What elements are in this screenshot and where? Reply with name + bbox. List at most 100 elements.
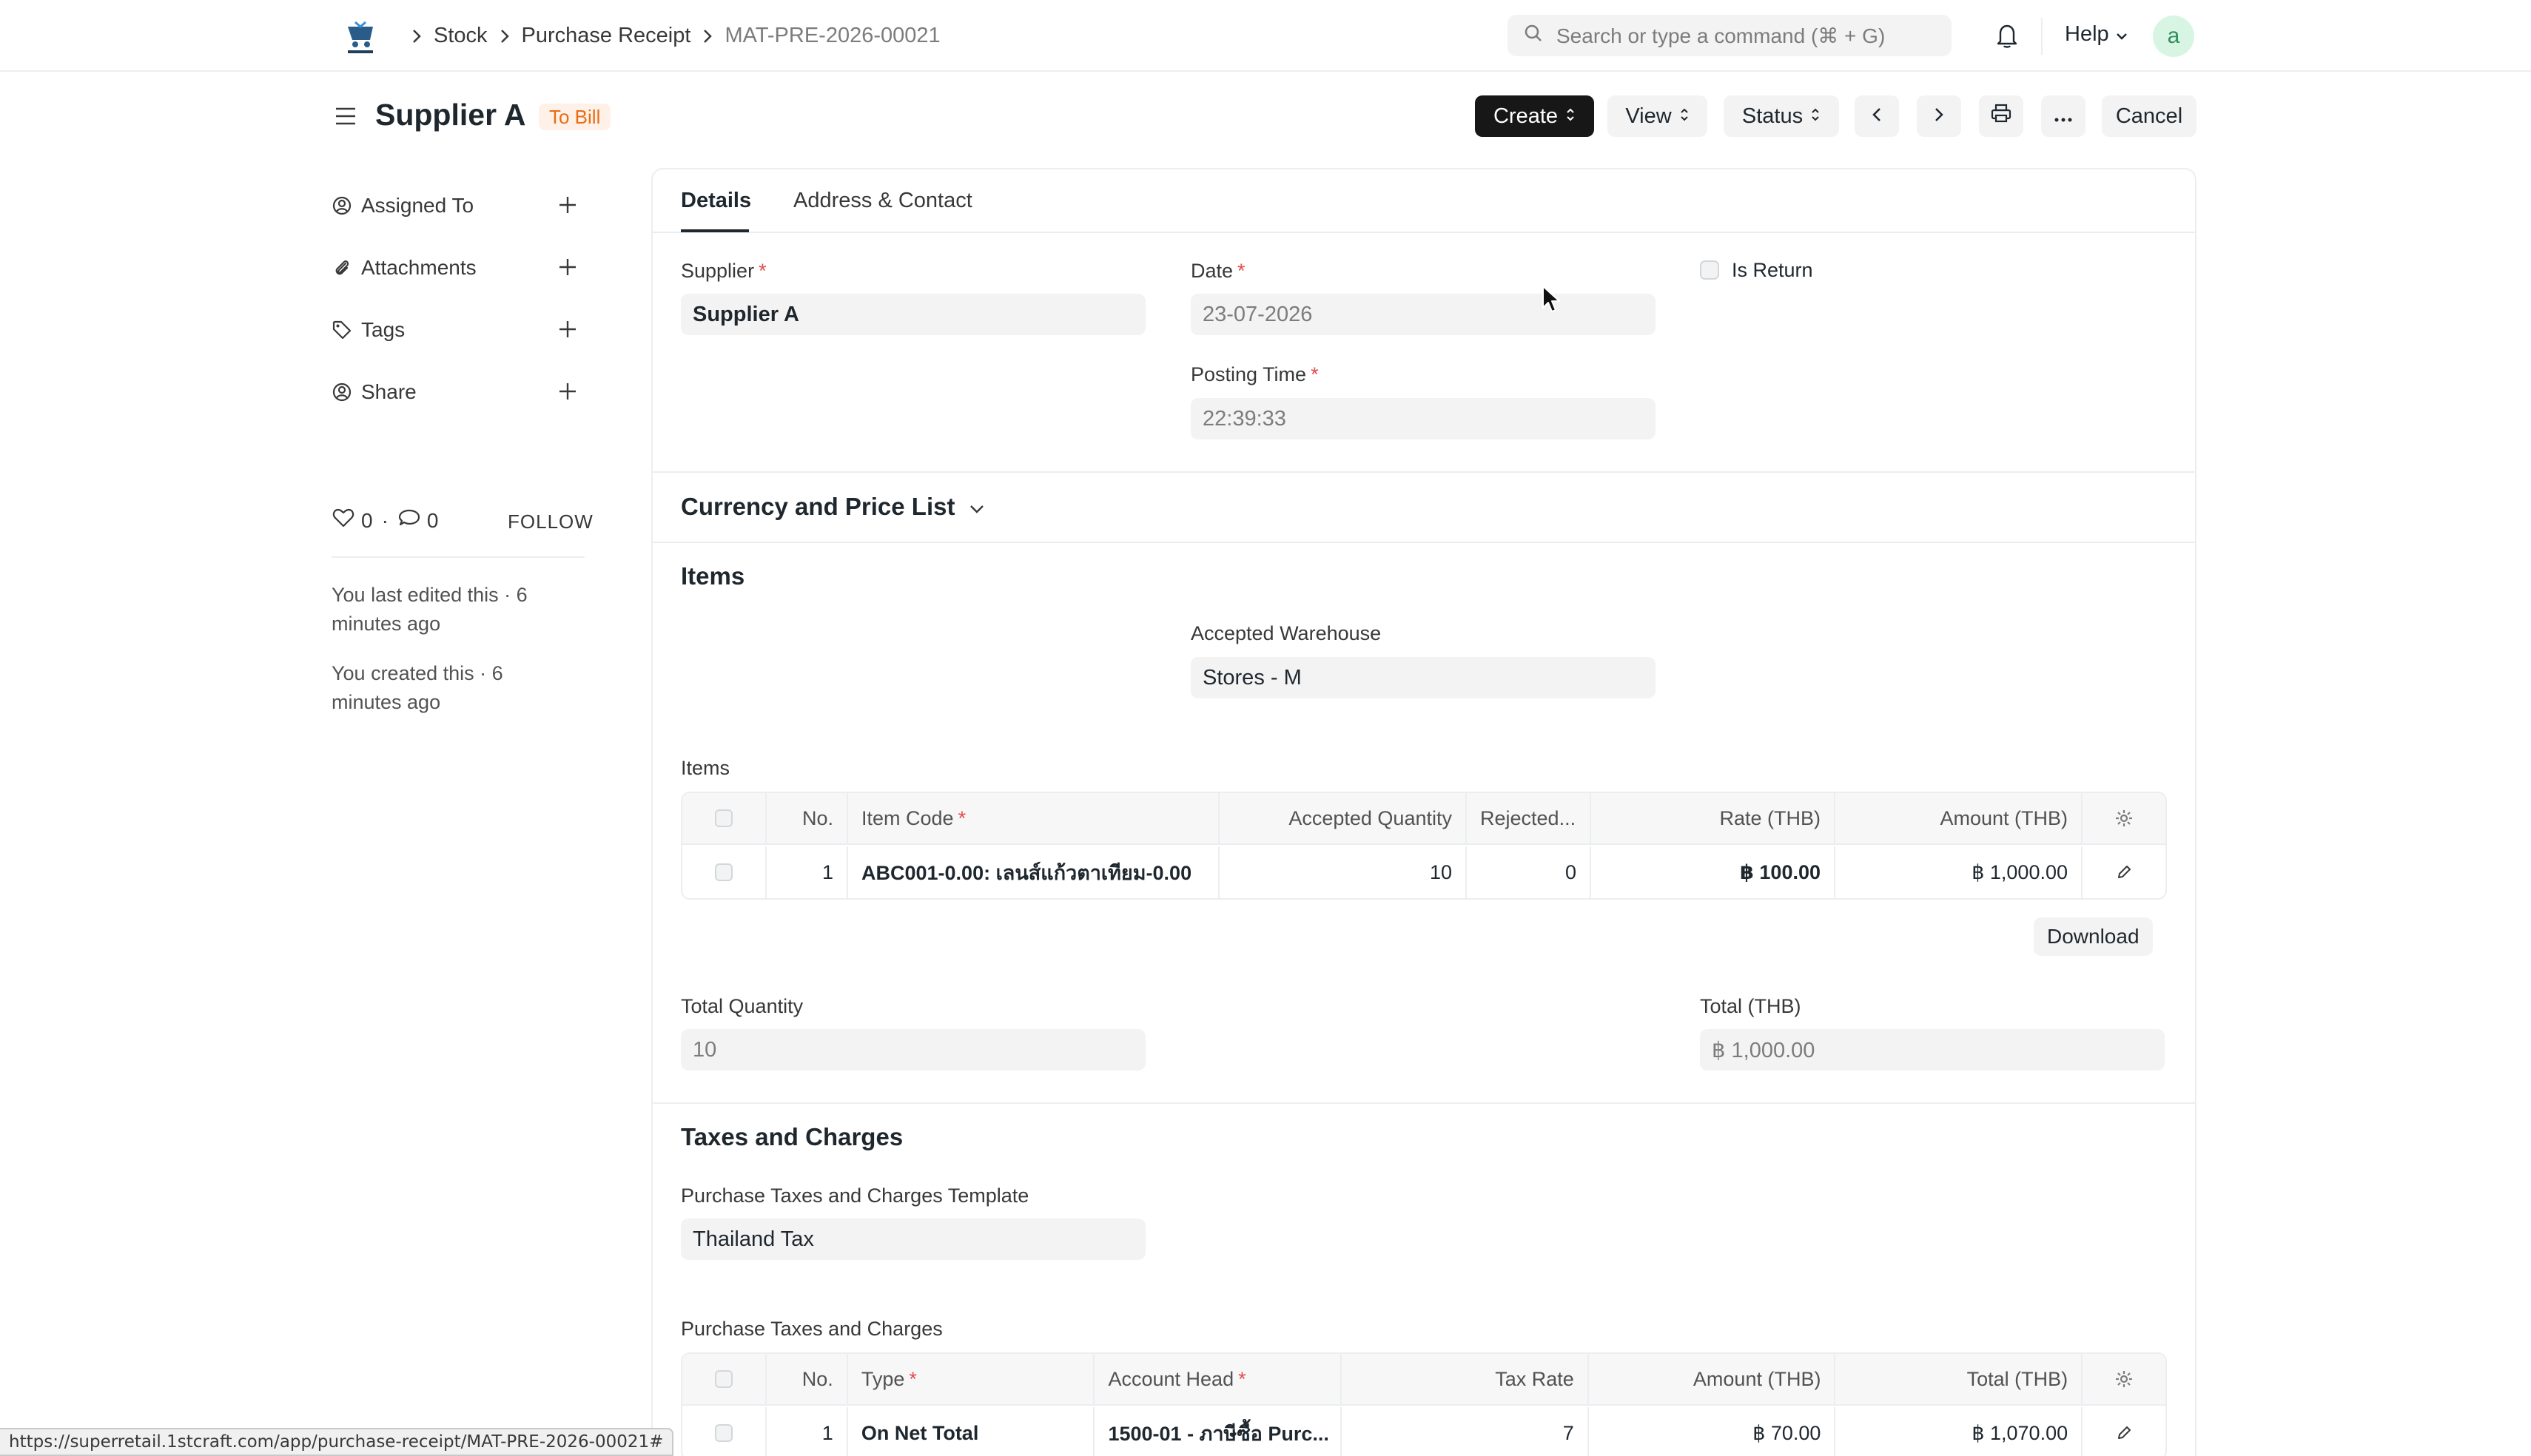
cell-rate[interactable]: ฿ 100.00	[1591, 846, 1835, 898]
page-title: Supplier A	[375, 98, 526, 132]
next-record-button[interactable]	[1917, 95, 1961, 137]
taxes-table-label: Purchase Taxes and Charges	[681, 1318, 943, 1340]
section-divider	[651, 471, 2196, 473]
date-field[interactable]: 23-07-2026	[1191, 294, 1656, 335]
warehouse-field[interactable]: Stores - M	[1191, 657, 1656, 698]
select-all-checkbox[interactable]	[715, 809, 733, 827]
status-label: Status	[1741, 104, 1804, 128]
status-button[interactable]: Status	[1724, 95, 1839, 137]
select-all-cell	[682, 1354, 767, 1404]
is-return-checkbox[interactable]	[1700, 260, 1719, 280]
search-bar[interactable]: Search or type a command (⌘ + G)	[1507, 15, 1952, 56]
view-button[interactable]: View	[1607, 95, 1707, 137]
select-all-checkbox[interactable]	[714, 1370, 733, 1388]
currency-section-header[interactable]: Currency and Price List	[681, 493, 986, 521]
gear-icon[interactable]	[2083, 793, 2165, 843]
edit-row-icon[interactable]	[2083, 846, 2165, 898]
tab-details[interactable]: Details	[681, 168, 751, 233]
supplier-label-text: Supplier	[681, 260, 755, 282]
chevron-down-icon	[968, 493, 986, 521]
cancel-button[interactable]: Cancel	[2102, 95, 2196, 137]
heart-icon[interactable]	[332, 508, 355, 533]
notification-bell-icon[interactable]	[1994, 22, 2020, 53]
help-dropdown[interactable]: Help	[2065, 22, 2128, 47]
total-field[interactable]: ฿ 1,000.00	[1700, 1029, 2165, 1071]
col-item-code-label: Item Code	[861, 806, 954, 829]
table-row[interactable]: 1 ABC001-0.00: เลนส์แก้วตาเทียม-0.00 10 …	[682, 846, 2165, 898]
col-rate: Rate (THB)	[1591, 793, 1835, 843]
chevron-down-icon	[2115, 22, 2128, 47]
total-qty-field[interactable]: 10	[681, 1029, 1146, 1071]
cell-amount[interactable]: ฿ 1,000.00	[1835, 846, 2083, 898]
more-actions-button[interactable]	[2041, 95, 2085, 137]
col-accepted-qty: Accepted Quantity	[1220, 793, 1467, 843]
select-arrows-icon	[1565, 104, 1576, 129]
col-type: Type *	[848, 1354, 1095, 1404]
items-table-label: Items	[681, 757, 730, 779]
cell-total[interactable]: ฿ 1,070.00	[1835, 1407, 2083, 1456]
sidebar-item-attachments[interactable]: Attachments	[332, 252, 583, 284]
col-account-head-label: Account Head	[1108, 1367, 1234, 1390]
breadcrumb-current[interactable]: MAT-PRE-2026-00021	[725, 24, 940, 48]
edit-row-icon[interactable]	[2083, 1407, 2165, 1456]
required-marker: *	[1237, 260, 1246, 282]
sidebar-item-label: Tags	[361, 318, 406, 341]
plus-icon[interactable]	[557, 194, 579, 221]
is-return-label[interactable]: Is Return	[1732, 259, 1813, 282]
cell-type[interactable]: On Net Total	[848, 1407, 1095, 1456]
gear-icon[interactable]	[2083, 1354, 2165, 1404]
follow-button[interactable]: FOLLOW	[508, 510, 594, 533]
help-label: Help	[2065, 22, 2109, 46]
plus-icon[interactable]	[557, 256, 579, 283]
tab-bar: Details Address & Contact	[651, 168, 2196, 233]
mouse-cursor-icon	[1541, 284, 1562, 317]
download-button[interactable]: Download	[2034, 917, 2153, 956]
breadcrumb-stock[interactable]: Stock	[434, 24, 488, 48]
create-button[interactable]: Create	[1475, 95, 1594, 137]
cell-account-head[interactable]: 1500-01 - ภาษีซื้อ Purc...	[1095, 1407, 1342, 1456]
cell-tax-rate[interactable]: 7	[1342, 1407, 1589, 1456]
app-logo[interactable]	[340, 16, 380, 56]
chevron-right-icon	[702, 28, 713, 44]
section-divider	[651, 542, 2196, 543]
col-type-label: Type	[861, 1367, 905, 1390]
cell-accepted-qty[interactable]: 10	[1220, 846, 1467, 898]
plus-icon[interactable]	[557, 380, 579, 408]
create-label: Create	[1493, 104, 1559, 128]
sidebar-toggle-icon[interactable]	[333, 105, 358, 131]
row-checkbox[interactable]	[715, 863, 733, 881]
cell-amount[interactable]: ฿ 70.00	[1589, 1407, 1836, 1456]
plus-icon[interactable]	[557, 318, 579, 346]
tag-icon	[332, 320, 354, 340]
navbar: Stock Purchase Receipt MAT-PRE-2026-0002…	[0, 0, 2531, 72]
warehouse-label: Accepted Warehouse	[1191, 622, 1382, 644]
share-icon	[332, 382, 354, 402]
avatar[interactable]: a	[2153, 16, 2194, 57]
sidebar-item-label: Share	[361, 380, 417, 403]
col-amount: Amount (THB)	[1589, 1354, 1836, 1404]
supplier-field[interactable]: Supplier A	[681, 294, 1146, 335]
total-qty-label: Total Quantity	[681, 995, 804, 1017]
previous-record-button[interactable]	[1855, 95, 1899, 137]
sidebar-item-label: Assigned To	[361, 194, 474, 217]
table-header-row: No. Type * Account Head * Tax Rate Amount …	[682, 1354, 2165, 1406]
cell-rejected[interactable]: 0	[1467, 846, 1591, 898]
active-tab-indicator	[681, 229, 749, 232]
posting-time-field[interactable]: 22:39:33	[1191, 398, 1656, 439]
assign-icon	[332, 195, 354, 216]
items-section-title: Items	[681, 562, 745, 590]
required-marker: *	[759, 260, 767, 282]
breadcrumb-purchase-receipt[interactable]: Purchase Receipt	[522, 24, 691, 48]
table-row[interactable]: 1 On Net Total 1500-01 - ภาษีซื้อ Purc..…	[682, 1407, 2165, 1456]
col-amount: Amount (THB)	[1835, 793, 2083, 843]
tax-template-field[interactable]: Thailand Tax	[681, 1219, 1146, 1260]
sidebar-item-tags[interactable]: Tags	[332, 314, 583, 346]
tab-address-contact[interactable]: Address & Contact	[793, 168, 972, 233]
sidebar-item-assigned-to[interactable]: Assigned To	[332, 189, 583, 222]
sidebar-item-share[interactable]: Share	[332, 376, 583, 408]
items-table: No. Item Code * Accepted Quantity Rejecte…	[681, 792, 2167, 900]
row-checkbox[interactable]	[714, 1424, 733, 1442]
cell-item-code[interactable]: ABC001-0.00: เลนส์แก้วตาเทียม-0.00	[848, 846, 1220, 898]
print-button[interactable]	[1979, 95, 2023, 137]
comment-icon[interactable]	[397, 508, 421, 533]
